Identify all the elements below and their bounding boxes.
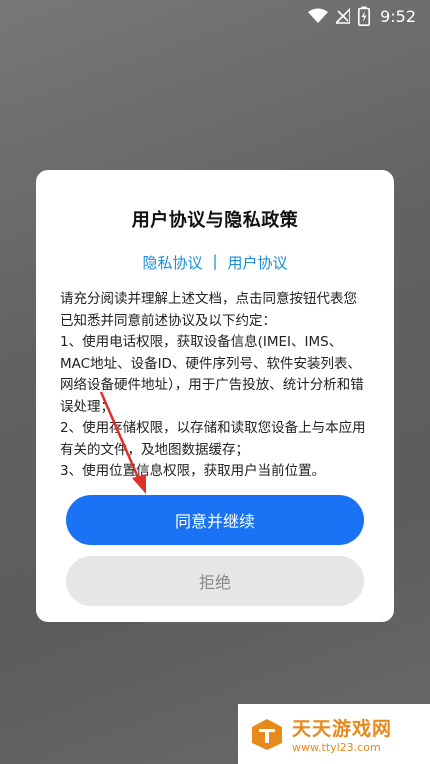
agreement-body-text: 请充分阅读并理解上述文档，点击同意按钮代表您已知悉并同意前述协议及以下约定： 1… <box>60 291 366 479</box>
privacy-policy-link[interactable]: 隐私协议 <box>142 252 202 273</box>
wifi-icon <box>308 8 329 23</box>
link-separator: | <box>212 252 218 270</box>
watermark-logo-icon <box>252 719 282 750</box>
status-bar: 9:52 <box>0 0 430 32</box>
dialog-title: 用户协议与隐私政策 <box>131 210 299 231</box>
battery-charging-icon <box>358 6 371 26</box>
agreement-links: 隐私协议 | 用户协议 <box>60 252 370 273</box>
watermark-url: www.ttyl23.com <box>292 741 381 754</box>
signal-icon <box>336 8 351 24</box>
agree-continue-button[interactable]: 同意并继续 <box>66 495 364 545</box>
clock: 9:52 <box>380 6 416 26</box>
watermark-text: 天天游戏网 www.ttyl23.com <box>292 714 392 754</box>
user-agreement-link[interactable]: 用户协议 <box>228 252 288 273</box>
reject-button[interactable]: 拒绝 <box>66 556 364 606</box>
agreement-dialog: 用户协议与隐私政策 隐私协议 | 用户协议 请充分阅读并理解上述文档，点击同意按… <box>36 170 394 622</box>
screen: 9:52 用户协议与隐私政策 隐私协议 | 用户协议 请充分阅读并理解上述文档，… <box>0 0 430 764</box>
site-watermark: 天天游戏网 www.ttyl23.com <box>238 704 430 764</box>
watermark-name: 天天游戏网 <box>292 718 393 740</box>
